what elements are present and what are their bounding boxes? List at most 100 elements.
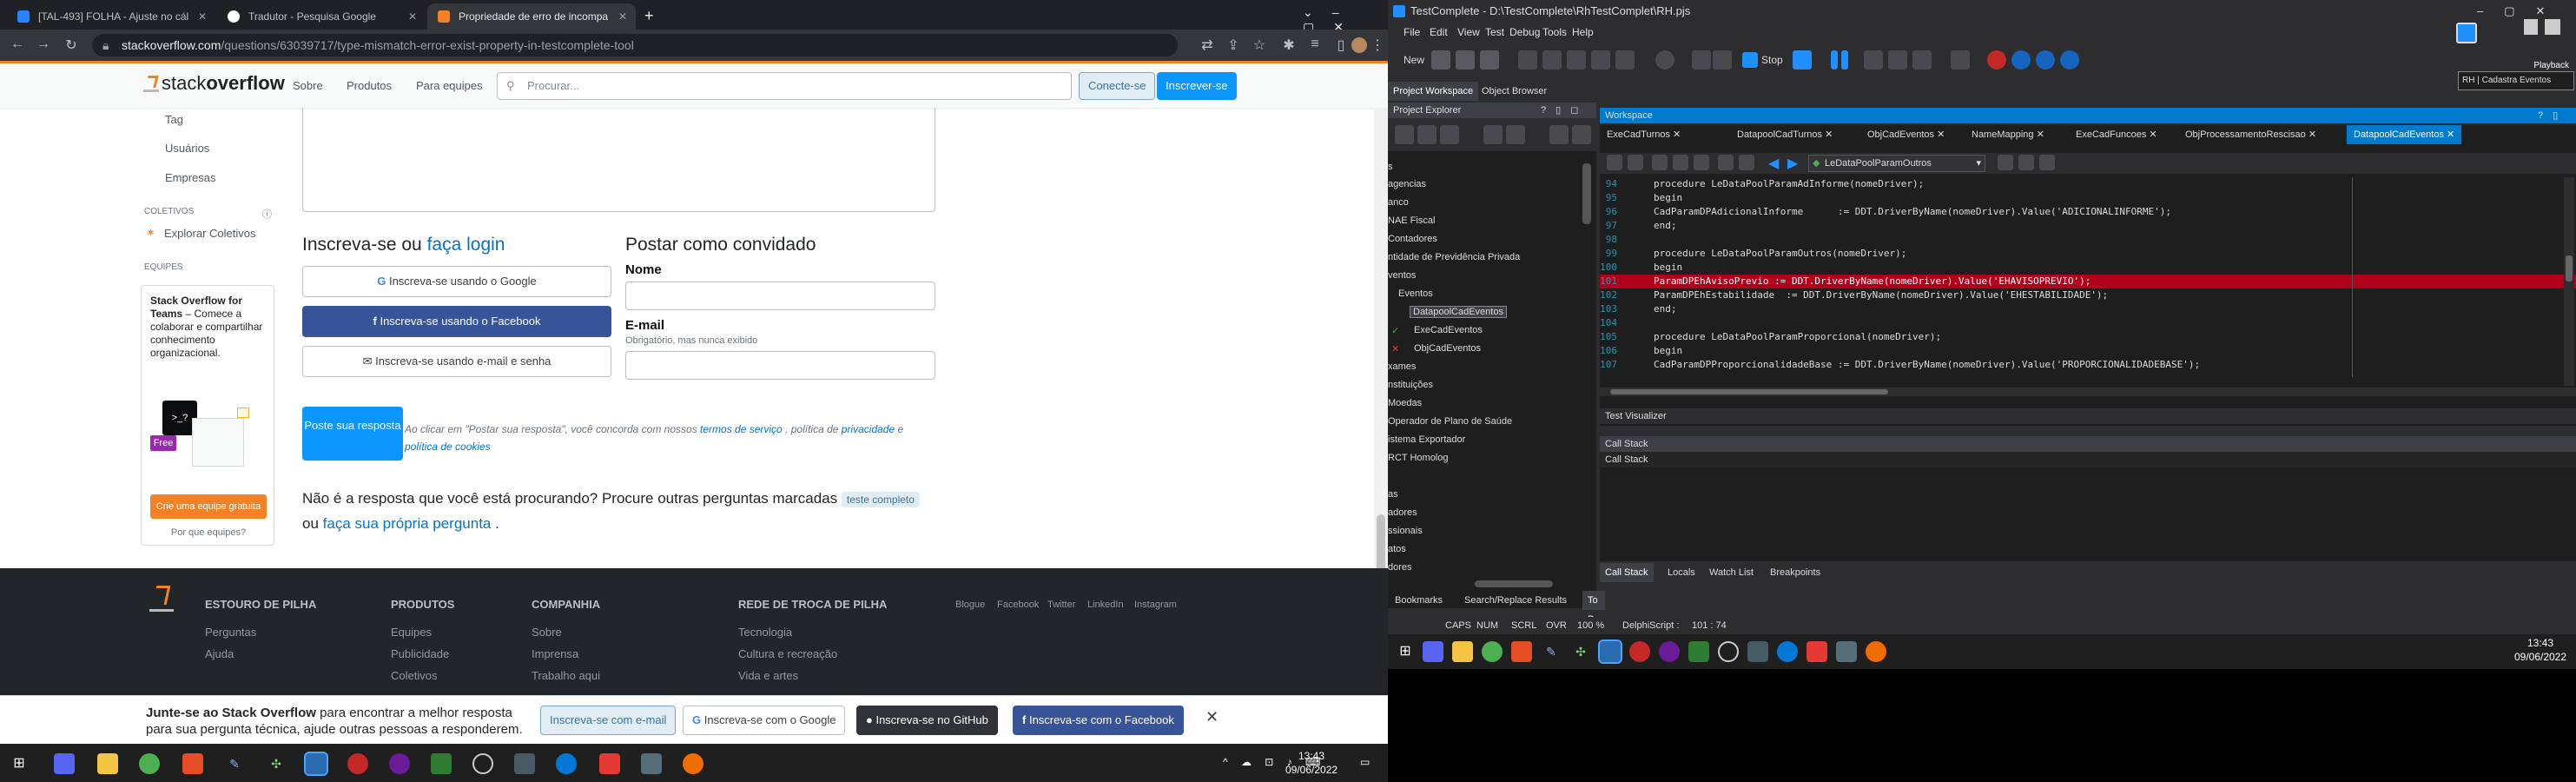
stop-icon[interactable] (1742, 52, 1758, 68)
extensions-icon[interactable]: ✱ (1280, 36, 1298, 54)
tree-item[interactable]: xames (1388, 361, 1416, 372)
bookmark-icon[interactable] (1718, 155, 1734, 170)
email-signup-banner-button[interactable]: Inscreva-se com e-mail (540, 706, 677, 735)
browser-tab-jira[interactable]: [TAL-493] FOLHA - Ajuste no cál ✕ (7, 3, 215, 30)
new-tab-icon[interactable]: + (644, 7, 654, 25)
uncomment-icon[interactable] (1694, 155, 1709, 170)
testcomplete-icon[interactable] (1598, 640, 1622, 664)
github-desktop-icon[interactable] (1659, 641, 1680, 662)
test-visualizer-header[interactable]: Test Visualizer (1600, 408, 2576, 424)
grid-icon[interactable] (1951, 50, 1970, 70)
tree-item-datapool[interactable]: DatapoolCadEventos (1410, 306, 1507, 318)
social-link[interactable]: Instagram (1134, 600, 1177, 610)
tree-item-execadeventos[interactable]: ExeCadEventos (1414, 325, 1483, 335)
save-icon[interactable] (1456, 50, 1475, 70)
testcomplete-icon[interactable] (304, 752, 328, 776)
app-icon[interactable] (1807, 641, 1827, 662)
email-field[interactable] (625, 351, 935, 380)
app-icon[interactable]: ✣ (1570, 641, 1591, 662)
excel-icon[interactable] (1688, 641, 1709, 662)
tree-item[interactable]: NAE Fiscal (1388, 215, 1435, 226)
find-icon[interactable] (1591, 50, 1610, 70)
browser-tab-stackoverflow[interactable]: Propriedade de erro de incompa ✕ (427, 3, 636, 30)
tool-icon[interactable] (1417, 125, 1437, 144)
ws-tab-namemapping[interactable]: NameMapping ✕ (1965, 125, 2051, 144)
footer-link[interactable]: Ajuda (205, 647, 234, 660)
close-tab-icon[interactable]: ✕ (408, 3, 417, 30)
app-icon[interactable] (514, 753, 535, 774)
menu-tools[interactable]: Tools (1542, 23, 1567, 42)
facebook-signup-button[interactable]: f Inscreva-se usando o Facebook (302, 306, 611, 337)
indent-icon[interactable] (1607, 155, 1622, 170)
back-icon[interactable]: ← (9, 36, 26, 52)
footer-link[interactable]: Trabalho aqui (532, 669, 600, 682)
menu-view[interactable]: View (1457, 23, 1480, 42)
tool-icon[interactable] (1549, 125, 1569, 144)
tree-item[interactable]: anco (1388, 197, 1409, 208)
explore-collectives-link[interactable]: Explorar Coletivos (164, 227, 256, 240)
social-link[interactable]: LinkedIn (1087, 600, 1124, 610)
footer-brand[interactable]: ESTOURO DE PILHA (205, 598, 316, 611)
new-button[interactable]: New (1404, 54, 1424, 66)
reading-list-icon[interactable]: ≡ (1306, 36, 1324, 52)
tab-watch-list[interactable]: Watch List (1704, 563, 1759, 582)
answer-editor[interactable] (302, 108, 935, 212)
terms-link[interactable]: termos de serviço (700, 423, 783, 435)
tree-item[interactable]: dores (1388, 562, 1412, 573)
create-team-button[interactable]: Crie uma equipe gratuita (150, 494, 267, 519)
tab-todo[interactable]: To Do (1582, 591, 1606, 625)
tree-item[interactable]: istema Exportador (1388, 434, 1465, 445)
email-signup-button[interactable]: ✉︎ Inscreva-se usando e-mail e senha (302, 346, 611, 377)
tool-icon[interactable] (1395, 125, 1414, 144)
code-editor[interactable]: 94 procedure LeDataPoolParamAdInforme(nom… (1600, 177, 2576, 410)
chrome-menu-icon[interactable]: ⋮ (1369, 36, 1386, 54)
edge-icon[interactable] (556, 753, 577, 774)
tag-testcomplete[interactable]: teste completo (841, 492, 920, 507)
name-field[interactable] (625, 282, 935, 310)
url-input[interactable]: 🔒︎ stackoverflow.com/questions/63039717/… (92, 34, 1178, 56)
discord-icon[interactable] (54, 753, 75, 774)
translate-icon[interactable]: ⇄ (1199, 36, 1216, 54)
forward-icon[interactable]: → (35, 36, 52, 52)
tool-icon[interactable] (1440, 125, 1459, 144)
spy-icon[interactable] (2060, 50, 2079, 70)
tree-item[interactable]: nstituições (1388, 380, 1433, 390)
so-logo[interactable]: stackoverflow (143, 72, 285, 95)
windows-start-icon[interactable]: ⊞ (9, 753, 30, 774)
ws-tab-execadturnos[interactable]: ExeCadTurnos ✕ (1600, 125, 1688, 144)
tree-item[interactable]: adores (1388, 507, 1417, 518)
step-into-icon[interactable] (1888, 50, 1907, 70)
cut-icon[interactable] (1518, 50, 1537, 70)
tree-item[interactable]: ntidade de Previdência Privada (1388, 252, 1520, 262)
footer-link[interactable]: Tecnologia (738, 626, 792, 639)
replace-icon[interactable] (1615, 50, 1635, 70)
github-desktop-icon[interactable] (389, 753, 410, 774)
login-link[interactable]: faça login (427, 235, 505, 255)
chrome-icon[interactable] (1482, 641, 1503, 662)
record-icon[interactable] (1655, 50, 1674, 70)
menu-test[interactable]: Test (1485, 23, 1504, 42)
clock[interactable]: 13:43 09/06/2022 (1285, 749, 1338, 777)
search-input[interactable]: ⚲ Procurar... (497, 72, 1072, 100)
app-icon[interactable] (599, 753, 620, 774)
privacy-link[interactable]: privacidade (842, 423, 895, 435)
pause-icon[interactable] (1841, 50, 1848, 70)
editor-vscrollbar[interactable] (2564, 177, 2574, 386)
vivaldi-icon[interactable] (1511, 641, 1532, 662)
routine-select[interactable]: ◆ LeDataPoolParamOutros ▾ (1808, 155, 1985, 172)
tab-search-results[interactable]: Search/Replace Results (1459, 591, 1572, 610)
run-selected-icon[interactable] (1713, 50, 1732, 70)
chrome-icon[interactable] (139, 753, 160, 774)
close-icon[interactable]: ✕ (1205, 708, 1219, 726)
tab-bookmarks[interactable]: Bookmarks (1390, 591, 1448, 610)
reload-icon[interactable]: ↻ (63, 36, 80, 54)
signup-button[interactable]: Inscrever-se (1157, 72, 1237, 100)
tree-item[interactable]: Contadores (1388, 234, 1437, 244)
google-signup-button[interactable]: G Inscreva-se usando o Google (302, 266, 611, 297)
open-icon[interactable] (1431, 50, 1450, 70)
nav-teams[interactable]: Para equipes (416, 79, 483, 92)
excel-icon[interactable] (431, 753, 452, 774)
debug-icon[interactable] (1793, 50, 1812, 70)
share-icon[interactable]: ⇪ (1225, 36, 1242, 54)
nav-about[interactable]: Sobre (293, 79, 323, 92)
